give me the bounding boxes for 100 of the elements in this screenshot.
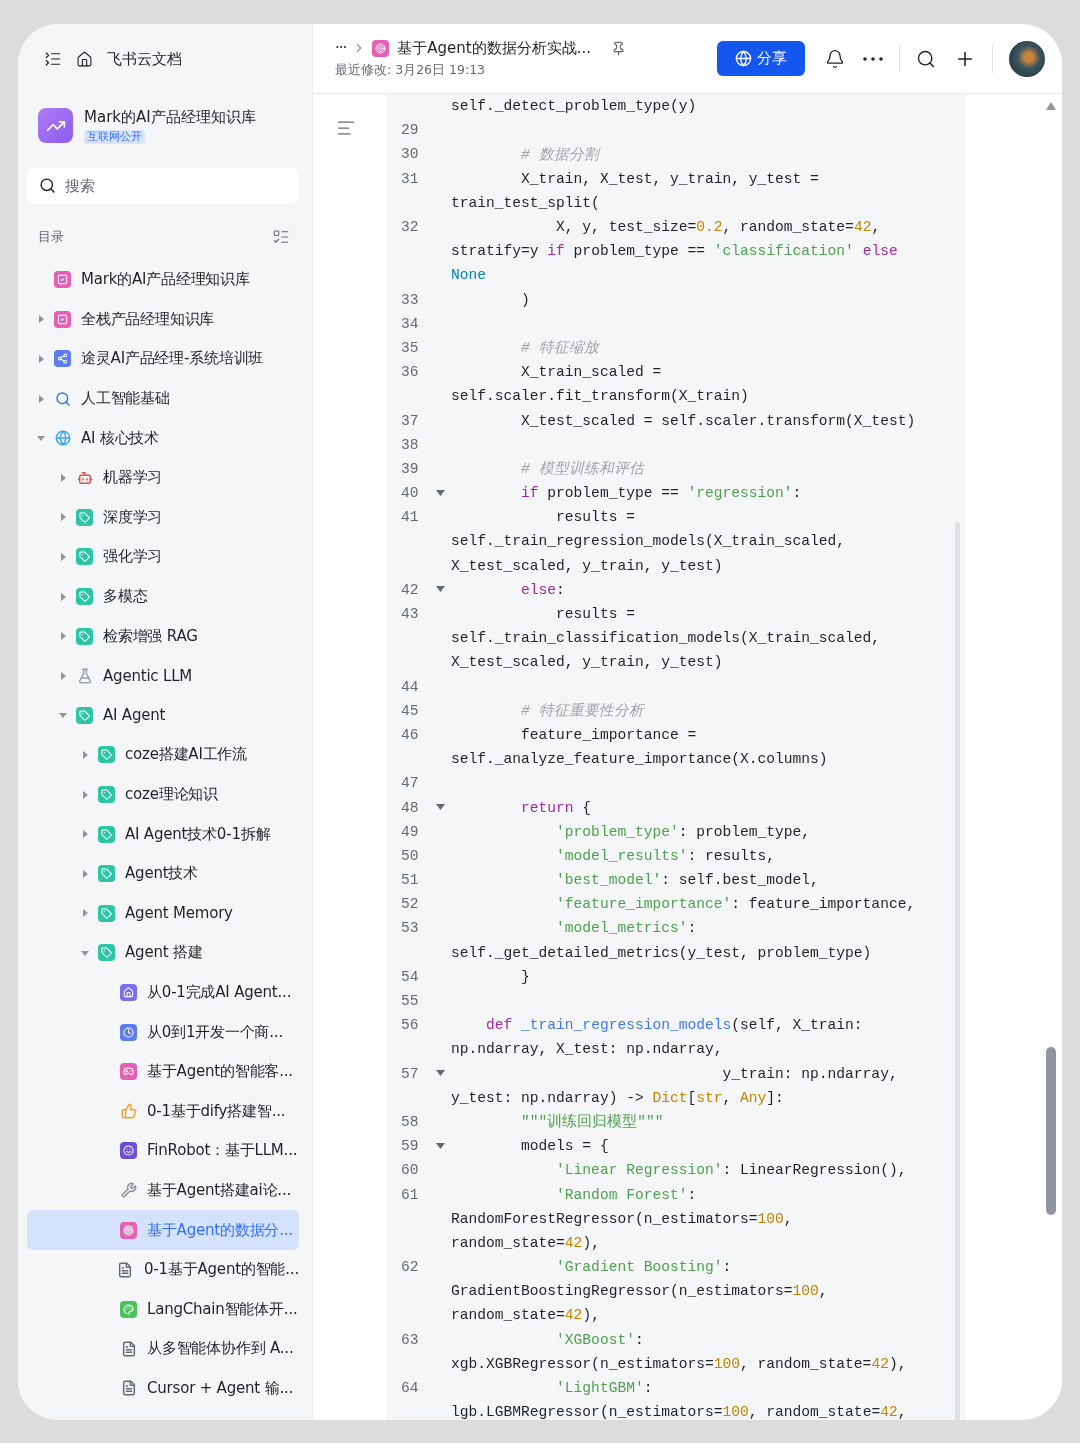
line-number: 46 [400, 726, 420, 743]
tree-item[interactable]: 人工智能基础 [27, 378, 299, 419]
tree-item[interactable]: Mark的AI产品经理知识库 [27, 260, 299, 300]
line-number: 35 [400, 339, 420, 356]
tree-item[interactable]: AI 核心技术 [27, 418, 299, 458]
caret-icon[interactable] [81, 790, 89, 799]
line-number: 36 [400, 364, 420, 381]
tree-item[interactable]: coze理论知识 [27, 774, 299, 815]
fold-caret-icon[interactable] [436, 1070, 445, 1078]
collapse-sidebar-icon[interactable] [44, 50, 62, 68]
tree-item[interactable]: 全栈产品经理知识库 [27, 299, 299, 340]
caret-icon[interactable] [59, 513, 67, 522]
code-line: results = [555, 509, 635, 526]
caret-icon[interactable] [37, 315, 45, 324]
caret-icon[interactable] [59, 711, 67, 720]
breadcrumb-more[interactable]: ··· [335, 39, 347, 57]
line-number: 45 [400, 702, 420, 719]
caret-icon[interactable] [81, 948, 89, 957]
last-modified: 最近修改: 3月26日 19:13 [335, 61, 487, 79]
code-line: 'XGBoost': [555, 1331, 644, 1348]
tree-item[interactable]: Agentic LLM [27, 655, 299, 696]
caret-icon[interactable] [59, 473, 67, 482]
caret-icon[interactable] [37, 355, 45, 363]
pin-icon[interactable] [611, 40, 627, 56]
tree-item[interactable]: Agent Memory [27, 893, 299, 934]
fold-caret-icon[interactable] [436, 1142, 445, 1150]
caret-icon[interactable] [37, 394, 45, 403]
tree-item[interactable]: 检索增强 RAG [27, 616, 299, 656]
home-icon[interactable] [76, 50, 93, 68]
code-line: # 模型训练和评估 [520, 460, 644, 479]
code-line: self._detect_problem_type(y) [451, 98, 697, 115]
code-line: ) [520, 291, 530, 308]
search-icon[interactable] [916, 48, 936, 69]
trend-logo-icon [38, 108, 73, 143]
line-number: 47 [400, 775, 420, 792]
code-line: X_train, X_test, y_train, y_test = [520, 170, 819, 187]
code-line: models = { [520, 1138, 609, 1155]
code-line: X, y, test_size=0.2, random_state=42, [555, 219, 881, 236]
scrollbar[interactable] [1046, 1047, 1056, 1215]
tree-item[interactable]: 从多智能体协作到 A... [27, 1329, 299, 1369]
caret-icon[interactable] [81, 909, 89, 918]
code-line: np.ndarray, X_test: np.ndarray, [451, 1041, 723, 1058]
code-line: return { [520, 799, 592, 816]
code-line: xgb.XGBRegressor(n_estimators=100, random_state=42), [451, 1355, 907, 1372]
fold-caret-icon[interactable] [436, 489, 445, 497]
tree-item[interactable]: FinRobot：基于LLM... [27, 1131, 299, 1171]
tree-item[interactable]: 深度学习 [27, 497, 299, 538]
tree-item[interactable]: 强化学习 [27, 537, 299, 577]
tree-item[interactable]: 0-1基于Agent的智能... [27, 1249, 299, 1290]
search-field[interactable]: 搜索 [27, 168, 299, 204]
line-number: 62 [400, 1259, 420, 1276]
tree-item[interactable]: 从0-1完成AI Agent... [27, 972, 299, 1013]
app-title: 飞书云文档 [107, 49, 182, 69]
caret-icon[interactable] [81, 869, 89, 878]
line-number: 29 [400, 122, 420, 139]
more-icon[interactable] [863, 56, 883, 61]
tree-item[interactable]: 基于Agent搭建ai论... [27, 1170, 299, 1211]
scroll-up-icon[interactable] [1046, 102, 1056, 110]
line-number: 33 [400, 291, 420, 308]
code-line: self._train_classification_models(X_train_scaled, [451, 630, 881, 647]
tree-item[interactable]: Agent技术 [27, 853, 299, 894]
avatar[interactable] [1009, 40, 1045, 77]
code-line: def _train_regression_models(self, X_train: [485, 1017, 863, 1034]
code-line: GradientBoostingRegressor(n_estimators=100, [451, 1283, 828, 1300]
caret-icon[interactable] [81, 830, 89, 839]
tree-item[interactable]: coze搭建AI工作流 [27, 735, 299, 775]
tree-item[interactable]: Cursor + Agent 输... [27, 1368, 299, 1409]
line-number: 53 [400, 920, 420, 937]
tree-item[interactable]: Agent 搭建 [27, 933, 299, 973]
tree-item[interactable]: AI Agent [27, 695, 299, 736]
fold-caret-icon[interactable] [436, 804, 445, 812]
code-line: stratify=y if problem_type == 'classification' else [451, 243, 898, 260]
line-number: 44 [400, 678, 420, 695]
tree-item[interactable]: 从0到1开发一个商... [27, 1012, 299, 1052]
tree-item[interactable]: 机器学习 [27, 457, 299, 498]
tree-item[interactable]: AI Agent技术0-1拆解 [27, 814, 299, 854]
tree-item[interactable]: LangChain智能体开... [27, 1289, 299, 1330]
code-line: None [451, 267, 487, 284]
code-line: 'LightGBM': [555, 1380, 653, 1397]
list-icon[interactable] [272, 228, 290, 246]
caret-icon[interactable] [59, 552, 67, 561]
bell-icon[interactable] [825, 48, 845, 69]
code-line: feature_importance = [520, 726, 697, 743]
line-number: 38 [400, 436, 420, 453]
fold-caret-icon[interactable] [436, 586, 445, 594]
share-button[interactable]: 分享 [717, 41, 805, 76]
caret-icon[interactable] [37, 434, 45, 443]
tree-item[interactable]: 多模态 [27, 576, 299, 617]
toc-label: 目录 [38, 228, 64, 246]
tree-item[interactable]: 途灵AI产品经理-系统培训班 [27, 339, 299, 379]
caret-icon[interactable] [59, 671, 67, 680]
tree-item[interactable]: 基于Agent的智能客... [27, 1051, 299, 1092]
scrollbar[interactable] [955, 522, 960, 1420]
code-line: X_test_scaled, y_train, y_test) [451, 654, 723, 671]
caret-icon[interactable] [59, 592, 67, 601]
line-number: 41 [400, 509, 420, 526]
tree-item[interactable]: 0-1基于dify搭建智... [27, 1091, 299, 1132]
caret-icon[interactable] [59, 632, 67, 641]
caret-icon[interactable] [81, 750, 89, 759]
code-line: results = [555, 606, 635, 623]
